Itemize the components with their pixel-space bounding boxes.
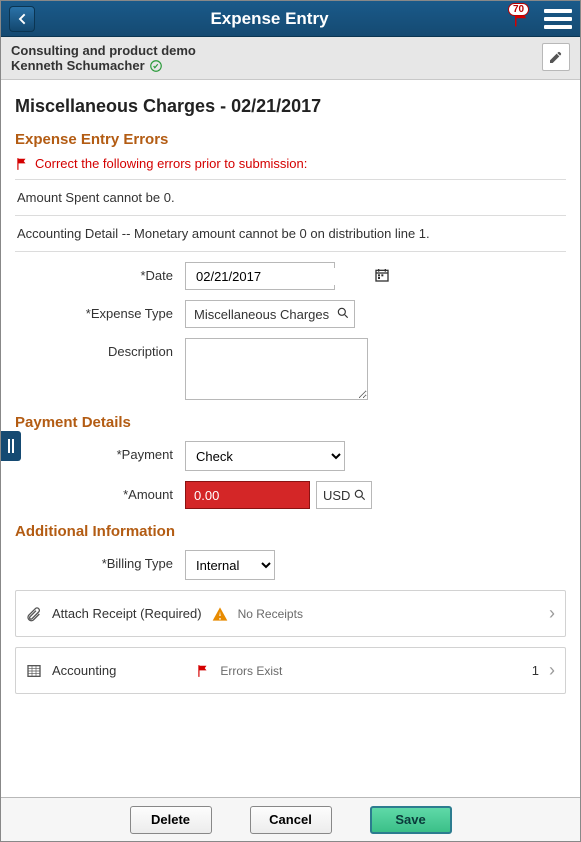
- billing-type-select[interactable]: Internal: [185, 550, 275, 580]
- search-icon: [353, 488, 367, 502]
- errors-heading: Expense Entry Errors: [15, 131, 566, 148]
- back-button[interactable]: [9, 6, 35, 32]
- error-flag-icon: [15, 157, 29, 171]
- receipt-status: No Receipts: [238, 607, 303, 621]
- report-title: Consulting and product demo: [11, 43, 196, 58]
- menu-button[interactable]: [544, 5, 572, 33]
- description-textarea[interactable]: [185, 338, 368, 400]
- currency-value: USD: [323, 488, 350, 503]
- chevron-right-icon: ›: [549, 660, 555, 681]
- description-label: Description: [15, 338, 185, 359]
- refresh-status-icon[interactable]: [149, 59, 163, 73]
- error-flag-icon: [196, 664, 210, 678]
- accounting-row[interactable]: Accounting Errors Exist 1 ›: [15, 647, 566, 694]
- side-panel-handle[interactable]: [1, 431, 21, 461]
- edit-button[interactable]: [542, 43, 570, 71]
- accounting-icon: [26, 663, 42, 679]
- notifications-count: 70: [508, 3, 529, 16]
- payment-select[interactable]: Check: [185, 441, 345, 471]
- chevron-right-icon: ›: [549, 603, 555, 624]
- page-header-title: Expense Entry: [35, 9, 504, 29]
- error-item: Accounting Detail -- Monetary amount can…: [15, 215, 566, 251]
- accounting-label: Accounting: [52, 663, 116, 678]
- date-input-wrap: [185, 262, 335, 290]
- amount-input[interactable]: [185, 481, 310, 509]
- currency-lookup[interactable]: USD: [316, 481, 372, 509]
- errors-intro: Correct the following errors prior to su…: [35, 156, 307, 171]
- search-icon[interactable]: [336, 306, 350, 323]
- cancel-button[interactable]: Cancel: [250, 806, 332, 834]
- additional-heading: Additional Information: [15, 523, 566, 540]
- expense-type-label: *Expense Type: [15, 300, 185, 321]
- employee-name: Kenneth Schumacher: [11, 58, 145, 73]
- payment-label: *Payment: [15, 441, 185, 462]
- expense-type-lookup[interactable]: Miscellaneous Charges: [185, 300, 355, 328]
- attach-receipt-row[interactable]: Attach Receipt (Required) No Receipts ›: [15, 590, 566, 637]
- main-scroll-area[interactable]: Miscellaneous Charges - 02/21/2017 Expen…: [1, 80, 580, 797]
- attach-receipt-label: Attach Receipt (Required): [52, 606, 202, 621]
- accounting-status: Errors Exist: [220, 664, 282, 678]
- pencil-icon: [548, 49, 564, 65]
- amount-label: *Amount: [15, 481, 185, 502]
- date-input[interactable]: [194, 268, 374, 285]
- accounting-count: 1: [532, 663, 539, 678]
- error-item: Amount Spent cannot be 0.: [15, 179, 566, 215]
- notifications-button[interactable]: 70: [504, 4, 538, 34]
- chevron-left-icon: [14, 11, 30, 27]
- expense-type-value: Miscellaneous Charges: [194, 307, 336, 322]
- save-button[interactable]: Save: [370, 806, 452, 834]
- payment-heading: Payment Details: [15, 414, 566, 431]
- paperclip-icon: [26, 606, 42, 622]
- page-title: Miscellaneous Charges - 02/21/2017: [15, 96, 566, 117]
- delete-button[interactable]: Delete: [130, 806, 212, 834]
- billing-type-label: *Billing Type: [15, 550, 185, 571]
- calendar-icon[interactable]: [374, 267, 390, 286]
- date-label: *Date: [15, 262, 185, 283]
- warning-icon: [212, 606, 228, 622]
